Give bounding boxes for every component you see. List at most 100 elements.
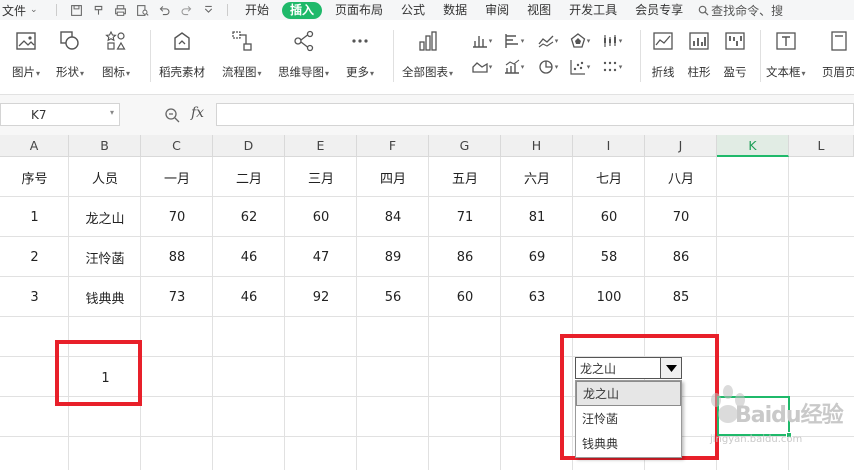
- column-header-b[interactable]: B: [69, 135, 141, 157]
- header-cell[interactable]: 序号: [0, 157, 69, 197]
- picture-button[interactable]: 图片▾: [12, 28, 40, 80]
- format-painter-icon[interactable]: [87, 0, 109, 20]
- textbox-button[interactable]: 文本框▾: [766, 28, 806, 80]
- table-cell[interactable]: 86: [429, 237, 501, 277]
- undo-icon[interactable]: [153, 0, 175, 20]
- dropdown-option[interactable]: 龙之山: [576, 381, 681, 406]
- column-header-i[interactable]: I: [573, 135, 645, 157]
- formula-input[interactable]: [216, 103, 854, 126]
- header-footer-button[interactable]: 页眉页: [822, 28, 854, 80]
- column-header-l[interactable]: L: [789, 135, 854, 157]
- icon-button[interactable]: 图标▾: [102, 28, 130, 80]
- tab-developer[interactable]: 开发工具: [560, 0, 626, 20]
- column-header-d[interactable]: D: [213, 135, 285, 157]
- sparkline-line-button[interactable]: 折线: [650, 28, 676, 80]
- combo-chart-button[interactable]: ▾: [500, 58, 528, 76]
- dropdown-option[interactable]: 汪怜菡: [576, 406, 681, 431]
- redo-icon[interactable]: [175, 0, 197, 20]
- print-preview-icon[interactable]: [131, 0, 153, 20]
- table-cell[interactable]: 46: [213, 277, 285, 317]
- tab-member[interactable]: 会员专享: [626, 0, 692, 20]
- table-cell[interactable]: 92: [285, 277, 357, 317]
- column-header-j[interactable]: J: [645, 135, 717, 157]
- table-cell[interactable]: 84: [357, 197, 429, 237]
- sparkline-winloss-button[interactable]: 盈亏: [722, 28, 748, 80]
- table-cell[interactable]: 85: [645, 277, 717, 317]
- dropdown-toggle[interactable]: [660, 358, 681, 378]
- table-cell[interactable]: 46: [213, 237, 285, 277]
- table-cell[interactable]: 62: [213, 197, 285, 237]
- scatter-chart-button[interactable]: ▾: [566, 58, 594, 76]
- table-cell[interactable]: 58: [573, 237, 645, 277]
- tab-data[interactable]: 数据: [434, 0, 476, 20]
- column-header-c[interactable]: C: [141, 135, 213, 157]
- flowchart-button[interactable]: 流程图▾: [222, 28, 262, 80]
- chevron-down-icon[interactable]: ▾: [110, 108, 114, 117]
- table-cell[interactable]: 71: [429, 197, 501, 237]
- table-cell[interactable]: 60: [429, 277, 501, 317]
- header-cell[interactable]: 八月: [645, 157, 717, 197]
- line-chart-button[interactable]: ▾: [534, 32, 562, 50]
- column-header-h[interactable]: H: [501, 135, 573, 157]
- tab-home[interactable]: 开始: [236, 0, 278, 20]
- table-cell[interactable]: 70: [645, 197, 717, 237]
- table-cell[interactable]: 69: [501, 237, 573, 277]
- table-cell[interactable]: 56: [357, 277, 429, 317]
- command-search[interactable]: 查找命令、搜: [698, 2, 783, 19]
- table-cell[interactable]: 81: [501, 197, 573, 237]
- header-cell[interactable]: 五月: [429, 157, 501, 197]
- table-cell[interactable]: 钱典典: [69, 277, 141, 317]
- stock-chart-button[interactable]: ▾: [598, 32, 626, 50]
- docer-material-button[interactable]: 稻壳素材: [159, 28, 205, 80]
- print-icon[interactable]: [109, 0, 131, 20]
- table-cell[interactable]: 63: [501, 277, 573, 317]
- all-charts-button[interactable]: 全部图表▾: [402, 28, 453, 80]
- header-cell[interactable]: 七月: [573, 157, 645, 197]
- person-dropdown[interactable]: 龙之山: [575, 357, 682, 379]
- cell-b10[interactable]: 1: [70, 359, 141, 397]
- tab-formulas[interactable]: 公式: [392, 0, 434, 20]
- file-menu[interactable]: 文件 ⌄: [0, 2, 48, 19]
- name-box[interactable]: K7 ▾: [0, 103, 120, 126]
- column-header-a[interactable]: A: [0, 135, 69, 157]
- table-cell[interactable]: 3: [0, 277, 69, 317]
- header-cell[interactable]: 四月: [357, 157, 429, 197]
- zoom-icon[interactable]: [164, 107, 180, 123]
- tab-page-layout[interactable]: 页面布局: [326, 0, 392, 20]
- header-cell[interactable]: 三月: [285, 157, 357, 197]
- tab-insert[interactable]: 插入: [282, 1, 323, 19]
- more-button[interactable]: 更多▾: [346, 28, 374, 80]
- table-cell[interactable]: 2: [0, 237, 69, 277]
- table-cell[interactable]: 1: [0, 197, 69, 237]
- column-header-k[interactable]: K: [717, 135, 789, 157]
- column-chart-button[interactable]: ▾: [468, 32, 496, 50]
- table-cell[interactable]: 88: [141, 237, 213, 277]
- area-chart-button[interactable]: ▾: [468, 58, 496, 76]
- dropdown-option[interactable]: 钱典典: [576, 431, 681, 456]
- table-cell[interactable]: 89: [357, 237, 429, 277]
- table-cell[interactable]: 47: [285, 237, 357, 277]
- bar-chart-button[interactable]: ▾: [500, 32, 528, 50]
- mindmap-button[interactable]: 思维导图▾: [278, 28, 329, 80]
- customize-toolbar-icon[interactable]: [197, 0, 219, 20]
- header-cell[interactable]: 人员: [69, 157, 141, 197]
- table-cell[interactable]: 70: [141, 197, 213, 237]
- column-header-e[interactable]: E: [285, 135, 357, 157]
- table-cell[interactable]: 汪怜菡: [69, 237, 141, 277]
- header-cell[interactable]: 六月: [501, 157, 573, 197]
- save-icon[interactable]: [65, 0, 87, 20]
- table-cell[interactable]: 60: [285, 197, 357, 237]
- shape-button[interactable]: 形状▾: [56, 28, 84, 80]
- column-header-f[interactable]: F: [357, 135, 429, 157]
- column-header-g[interactable]: G: [429, 135, 501, 157]
- table-cell[interactable]: 100: [573, 277, 645, 317]
- radar-chart-button[interactable]: ▾: [566, 32, 594, 50]
- header-cell[interactable]: 一月: [141, 157, 213, 197]
- table-cell[interactable]: 60: [573, 197, 645, 237]
- tab-review[interactable]: 审阅: [476, 0, 518, 20]
- pie-chart-button[interactable]: ▾: [534, 58, 562, 76]
- table-cell[interactable]: 86: [645, 237, 717, 277]
- other-chart-button[interactable]: ▾: [598, 58, 626, 76]
- table-cell[interactable]: 73: [141, 277, 213, 317]
- table-cell[interactable]: 龙之山: [69, 197, 141, 237]
